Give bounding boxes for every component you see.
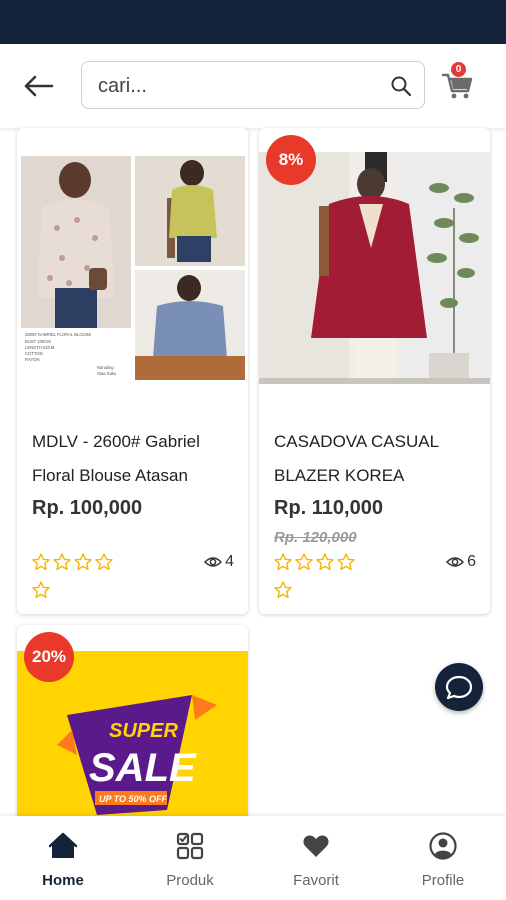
product-card[interactable]: SUPER SALE UP TO 50% OFF 20% bbox=[17, 625, 248, 825]
product-image: 2600# GABRIEL FLORAL BLOUSE BUST 100CM L… bbox=[17, 128, 248, 384]
rating-stars bbox=[31, 552, 131, 608]
nav-produk[interactable]: Produk bbox=[127, 816, 253, 900]
svg-text:Nanaling: Nanaling bbox=[97, 365, 114, 370]
product-title: CASADOVA CASUAL BLAZER KOREA bbox=[274, 432, 439, 485]
home-icon bbox=[49, 832, 77, 858]
product-price: Rp. 100,000 bbox=[32, 497, 143, 519]
product-title: MDLV - 2600# Gabriel Floral Blouse Atasa… bbox=[32, 432, 200, 485]
nav-produk-label: Produk bbox=[166, 872, 214, 889]
star-outline-icon bbox=[53, 553, 71, 571]
svg-text:RAYON: RAYON bbox=[25, 357, 40, 362]
star-outline-icon bbox=[337, 553, 355, 571]
product-card[interactable]: 8% CASADOVA CASUAL BLAZER KOREA Rp. 110,… bbox=[259, 128, 490, 614]
back-arrow-icon bbox=[24, 75, 54, 97]
star-outline-icon bbox=[32, 553, 50, 571]
heart-icon bbox=[303, 835, 329, 857]
star-outline-icon bbox=[95, 553, 113, 571]
view-count-value: 4 bbox=[225, 553, 234, 570]
nav-home[interactable]: Home bbox=[0, 816, 126, 900]
search-box[interactable] bbox=[81, 61, 425, 109]
star-outline-icon bbox=[74, 553, 92, 571]
status-bar bbox=[0, 0, 506, 44]
cart-count-badge: 0 bbox=[451, 62, 466, 77]
chat-button[interactable] bbox=[435, 663, 483, 711]
star-outline-icon bbox=[274, 581, 292, 599]
promo-text-discount: UP TO 50% OFF bbox=[99, 794, 168, 804]
discount-badge: 8% bbox=[266, 135, 316, 185]
star-outline-icon bbox=[316, 553, 334, 571]
nav-profile-label: Profile bbox=[421, 872, 465, 889]
svg-text:BUST 100CM: BUST 100CM bbox=[25, 339, 51, 344]
product-photo: 2600# GABRIEL FLORAL BLOUSE BUST 100CM L… bbox=[21, 156, 245, 380]
svg-text:Staa Saku: Staa Saku bbox=[97, 371, 117, 376]
eye-icon bbox=[446, 557, 465, 567]
svg-text:COTTON: COTTON bbox=[25, 351, 43, 356]
promo-text-super: SUPER bbox=[109, 720, 178, 742]
promo-text-sale: SALE bbox=[89, 746, 197, 790]
search-input[interactable] bbox=[96, 72, 370, 100]
star-outline-icon bbox=[274, 553, 292, 571]
nav-favorit-label: Favorit bbox=[293, 872, 339, 889]
view-count-value: 6 bbox=[467, 553, 476, 570]
eye-icon bbox=[204, 557, 223, 567]
app-bar: 0 bbox=[0, 44, 506, 128]
original-price: Rp. 120,000 bbox=[274, 529, 357, 546]
star-outline-icon bbox=[295, 553, 313, 571]
search-icon[interactable] bbox=[390, 75, 412, 97]
svg-text:LENGTH 62CM: LENGTH 62CM bbox=[25, 345, 55, 350]
star-outline-icon bbox=[32, 581, 50, 599]
view-count: 4 bbox=[204, 553, 234, 571]
profile-icon bbox=[429, 832, 457, 860]
rating-stars bbox=[273, 552, 373, 608]
chat-bubble-icon bbox=[445, 675, 473, 700]
back-button[interactable] bbox=[18, 70, 58, 102]
discount-badge: 20% bbox=[24, 632, 74, 682]
product-card[interactable]: 2600# GABRIEL FLORAL BLOUSE BUST 100CM L… bbox=[17, 128, 248, 614]
image-caption: 2600# GABRIEL FLORAL BLOUSE bbox=[25, 332, 91, 337]
grid-icon bbox=[176, 832, 204, 860]
nav-home-label: Home bbox=[42, 872, 84, 889]
bottom-navigation: Home Produk Favorit Profile bbox=[0, 816, 506, 900]
nav-profile[interactable]: Profile bbox=[380, 816, 506, 900]
view-count: 6 bbox=[446, 553, 476, 571]
product-price: Rp. 110,000 bbox=[274, 497, 383, 519]
nav-favorit[interactable]: Favorit bbox=[253, 816, 379, 900]
